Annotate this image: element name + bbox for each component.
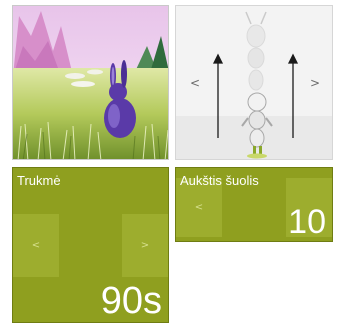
duration-value: 90s (100, 280, 162, 322)
duration-next-button[interactable]: > (122, 214, 168, 277)
duration-prev-button[interactable]: < (13, 214, 59, 277)
chevron-left-icon: < (31, 240, 41, 251)
scene-preview-image (13, 6, 168, 159)
jump-height-tile: < > Aukštis šuolis 10 (175, 167, 333, 242)
jump-height-label: Aukštis šuolis (180, 173, 259, 188)
duration-tile: Trukmė < > 90s (12, 167, 169, 323)
chevron-left-icon: < (194, 202, 204, 213)
character-next-button[interactable]: > (310, 76, 320, 90)
jump-height-value: 10 (288, 203, 326, 241)
character-selector-tile: < > (175, 5, 333, 160)
scene-preview-tile[interactable] (12, 5, 169, 160)
character-prev-button[interactable]: < (190, 76, 200, 90)
chevron-right-icon: > (140, 240, 150, 251)
duration-label: Trukmė (17, 173, 61, 188)
